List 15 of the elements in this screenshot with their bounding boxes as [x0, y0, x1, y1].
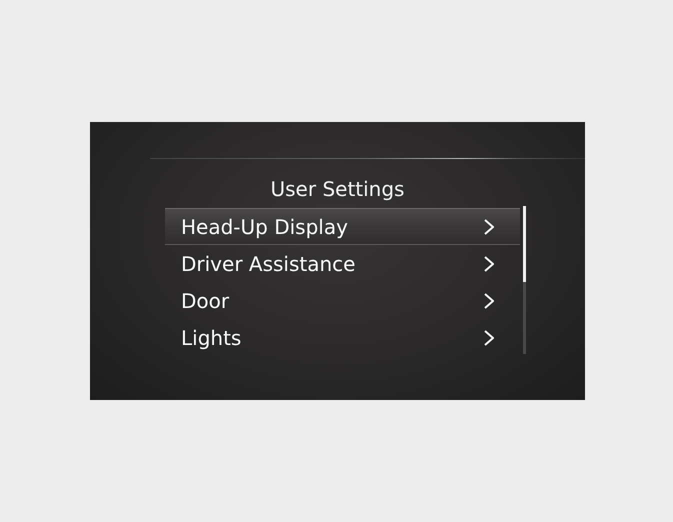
scrollbar[interactable]: [523, 206, 526, 354]
menu-item[interactable]: Driver Assistance: [165, 245, 520, 282]
chevron-icon: [484, 218, 494, 234]
menu-item[interactable]: Lights: [165, 319, 520, 356]
menu-item-label: Door: [181, 288, 230, 312]
chevron-icon: [484, 256, 494, 272]
menu-item[interactable]: Door: [165, 282, 520, 319]
screen-title: User Settings: [270, 176, 404, 202]
menu-item-label: Driver Assistance: [181, 252, 356, 276]
chevron-icon: [484, 292, 494, 308]
scrollbar-thumb[interactable]: [523, 206, 526, 282]
menu-item-label: Lights: [181, 326, 242, 350]
menu-item[interactable]: Head-Up Display: [165, 208, 520, 245]
menu-item-label: Head-Up Display: [181, 214, 348, 238]
chevron-icon: [484, 330, 494, 346]
